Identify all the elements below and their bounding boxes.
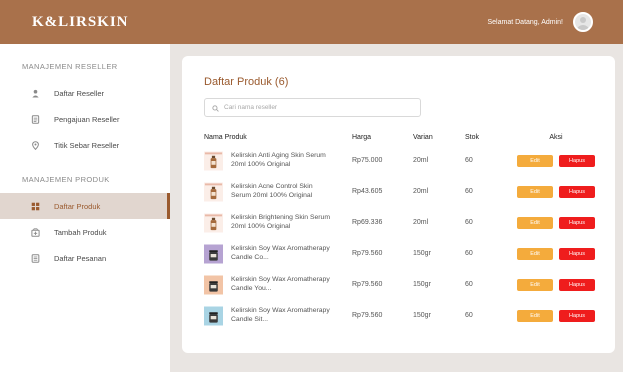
sidebar-nav-produk: Daftar Produk Tambah Produk Daftar Pesan…	[0, 193, 170, 271]
product-name: Kelirskin Acne Control Skin Serum 20ml 1…	[231, 183, 313, 199]
product-name: Kelirskin Soy Wax Aromatherapy Candle Si…	[231, 307, 330, 323]
col-header-actions: Aksi	[549, 133, 563, 141]
top-bar: K&LIRSKIN Selamat Datang, Admin!	[0, 0, 623, 44]
product-thumbnail-serum	[204, 151, 223, 170]
sidebar-item-label: Daftar Pesanan	[54, 253, 107, 263]
sidebar-item-label: Titik Sebar Reseller	[54, 140, 120, 150]
sidebar: MANAJEMEN RESELLER Daftar Reseller Penga…	[0, 44, 170, 372]
page-title: Daftar Produk (6)	[204, 76, 289, 88]
table-row: Kelirskin Soy Wax Aromatherapy Candle Si…	[204, 300, 596, 331]
table-row: Kelirskin Acne Control Skin Serum 20ml 1…	[204, 176, 596, 207]
product-variant: 20ml	[413, 157, 429, 164]
sidebar-item-label: Daftar Reseller	[54, 88, 105, 98]
welcome-text: Selamat Datang, Admin!	[487, 18, 564, 26]
sidebar-item-label: Daftar Produk	[54, 201, 101, 211]
grid-icon	[31, 202, 40, 211]
product-variant: 20ml	[413, 219, 429, 226]
col-header-stock: Stok	[465, 133, 480, 141]
sidebar-item-daftar-pesanan[interactable]: Daftar Pesanan	[0, 245, 170, 271]
document-icon	[31, 114, 40, 124]
sidebar-nav-reseller: Daftar Reseller Pengajuan Reseller Titik…	[0, 80, 170, 158]
edit-button[interactable]: Edit	[517, 309, 553, 322]
product-name: Kelirskin Anti Aging Skin Serum 20ml 100…	[231, 152, 326, 168]
sidebar-item-daftar-produk[interactable]: Daftar Produk	[0, 193, 170, 219]
product-stock: 60	[465, 312, 473, 319]
delete-button[interactable]: Hapus	[559, 154, 595, 167]
search-input[interactable]	[224, 104, 404, 111]
product-thumbnail-candle	[204, 244, 223, 263]
delete-button[interactable]: Hapus	[559, 309, 595, 322]
table-row: Kelirskin Anti Aging Skin Serum 20ml 100…	[204, 145, 596, 176]
header-user: Selamat Datang, Admin!	[487, 12, 593, 32]
delete-button[interactable]: Hapus	[559, 185, 595, 198]
edit-button[interactable]: Edit	[517, 185, 553, 198]
product-price: Rp79.560	[352, 312, 383, 319]
table-row: Kelirskin Brightening Skin Serum 20ml 10…	[204, 207, 596, 238]
sidebar-item-daftar-reseller[interactable]: Daftar Reseller	[0, 80, 170, 106]
user-icon	[31, 89, 40, 98]
product-variant: 150gr	[413, 281, 431, 288]
product-stock: 60	[465, 281, 473, 288]
col-header-price: Harga	[352, 133, 372, 141]
product-thumbnail-candle	[204, 275, 223, 294]
delete-button[interactable]: Hapus	[559, 278, 595, 291]
sidebar-item-tambah-produk[interactable]: Tambah Produk	[0, 219, 170, 245]
product-price: Rp75.000	[352, 157, 383, 164]
sidebar-item-label: Pengajuan Reseller	[54, 114, 120, 124]
product-name: Kelirskin Soy Wax Aromatherapy Candle Yo…	[231, 276, 330, 292]
table-row: Kelirskin Soy Wax Aromatherapy Candle Co…	[204, 238, 596, 269]
product-price: Rp43.605	[352, 188, 383, 195]
sidebar-section-reseller-title: MANAJEMEN RESELLER	[22, 62, 118, 71]
search-box[interactable]	[204, 98, 421, 117]
delete-button[interactable]: Hapus	[559, 216, 595, 229]
product-name: Kelirskin Brightening Skin Serum 20ml 10…	[231, 214, 330, 230]
list-icon	[31, 253, 40, 263]
brand-logo[interactable]: K&LIRSKIN	[32, 14, 129, 31]
col-header-variant: Varian	[413, 133, 433, 141]
product-thumbnail-candle	[204, 306, 223, 325]
product-stock: 60	[465, 250, 473, 257]
product-variant: 150gr	[413, 250, 431, 257]
product-name: Kelirskin Soy Wax Aromatherapy Candle Co…	[231, 245, 330, 261]
box-add-icon	[31, 227, 40, 237]
map-pin-icon	[31, 140, 40, 150]
product-variant: 20ml	[413, 188, 429, 195]
edit-button[interactable]: Edit	[517, 247, 553, 260]
product-price: Rp79.560	[352, 281, 383, 288]
sidebar-item-pengajuan-reseller[interactable]: Pengajuan Reseller	[0, 106, 170, 132]
product-stock: 60	[465, 188, 473, 195]
product-price: Rp69.336	[352, 219, 383, 226]
delete-button[interactable]: Hapus	[559, 247, 595, 260]
product-stock: 60	[465, 157, 473, 164]
avatar[interactable]	[573, 12, 593, 32]
product-list-card: Daftar Produk (6) Nama Produk Harga Vari…	[182, 56, 615, 353]
table-row: Kelirskin Soy Wax Aromatherapy Candle Yo…	[204, 269, 596, 300]
product-stock: 60	[465, 219, 473, 226]
edit-button[interactable]: Edit	[517, 278, 553, 291]
edit-button[interactable]: Edit	[517, 154, 553, 167]
col-header-name: Nama Produk	[204, 133, 247, 141]
product-thumbnail-serum	[204, 182, 223, 201]
edit-button[interactable]: Edit	[517, 216, 553, 229]
product-variant: 150gr	[413, 312, 431, 319]
product-table: Nama Produk Harga Varian Stok Aksi Kelir…	[204, 129, 596, 331]
table-header-row: Nama Produk Harga Varian Stok Aksi	[204, 129, 596, 145]
sidebar-item-titik-sebar-reseller[interactable]: Titik Sebar Reseller	[0, 132, 170, 158]
sidebar-item-label: Tambah Produk	[54, 227, 107, 237]
search-icon	[212, 99, 219, 117]
product-price: Rp79.560	[352, 250, 383, 257]
product-thumbnail-serum	[204, 213, 223, 232]
sidebar-section-produk-title: MANAJEMEN PRODUK	[22, 175, 110, 184]
